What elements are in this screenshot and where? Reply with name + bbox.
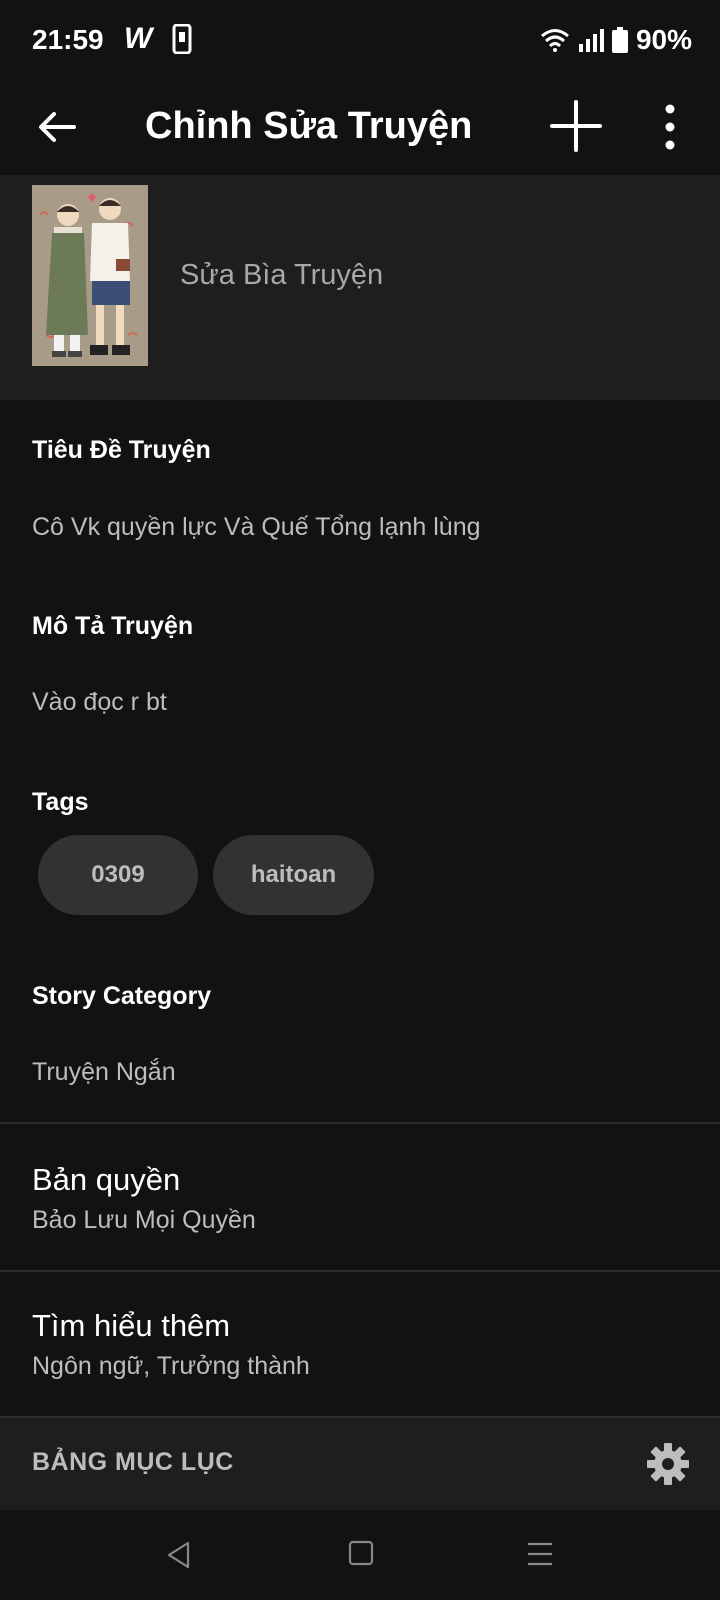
story-cover-image[interactable] [32, 185, 148, 366]
nav-home-icon[interactable] [348, 1540, 374, 1566]
story-category-field[interactable]: Truyện Ngắn [32, 1058, 176, 1087]
learn-more-row[interactable]: Tìm hiểu thêm Ngôn ngữ, Trưởng thành [0, 1272, 720, 1416]
status-bar: 21:59 W 90% [0, 0, 720, 82]
add-icon[interactable] [546, 96, 606, 156]
learn-more-title: Tìm hiểu thêm [32, 1308, 231, 1343]
cover-illustration [32, 185, 148, 366]
page-title: Chỉnh Sửa Truyện [145, 105, 473, 147]
system-nav-bar [0, 1510, 720, 1600]
gear-icon[interactable] [646, 1442, 690, 1486]
signal-icon [578, 29, 604, 52]
story-category-label: Story Category [32, 982, 212, 1010]
back-arrow-icon[interactable] [30, 100, 84, 154]
story-description-label: Mô Tả Truyện [32, 612, 194, 640]
more-options-icon[interactable] [650, 100, 690, 154]
status-indicators: 90% [540, 20, 692, 60]
story-title-label: Tiêu Đề Truyện [32, 436, 211, 464]
wattpad-notification-icon: W [124, 22, 153, 55]
table-of-contents-bar[interactable]: BẢNG MỤC LỤC [0, 1418, 720, 1510]
nav-recent-apps-icon[interactable] [526, 1540, 554, 1568]
story-description-field[interactable]: Vào đọc r bt [32, 688, 167, 717]
battery-icon [611, 27, 628, 53]
copyright-title: Bản quyền [32, 1162, 181, 1197]
learn-more-value: Ngôn ngữ, Trưởng thành [32, 1352, 310, 1380]
app-bar: Chỉnh Sửa Truyện [0, 82, 720, 174]
copyright-row[interactable]: Bản quyền Bảo Lưu Mọi Quyền [0, 1124, 720, 1270]
copyright-value: Bảo Lưu Mọi Quyền [32, 1206, 256, 1234]
battery-percent: 90% [635, 24, 692, 55]
edit-cover-row[interactable]: Sửa Bìa Truyện [0, 175, 720, 400]
table-of-contents-label: BẢNG MỤC LỤC [32, 1448, 234, 1476]
tags-label: Tags [32, 788, 89, 816]
wifi-icon [540, 29, 569, 52]
tag-chip[interactable]: haitoan [213, 835, 374, 915]
tag-chip[interactable]: 0309 [38, 835, 198, 915]
nav-back-icon[interactable] [164, 1540, 194, 1570]
status-time: 21:59 [32, 24, 104, 55]
phone-icon [172, 24, 192, 54]
edit-cover-label[interactable]: Sửa Bìa Truyện [180, 259, 383, 292]
story-title-field[interactable]: Cô Vk quyền lực Và Quế Tổng lạnh lùng [32, 513, 481, 542]
